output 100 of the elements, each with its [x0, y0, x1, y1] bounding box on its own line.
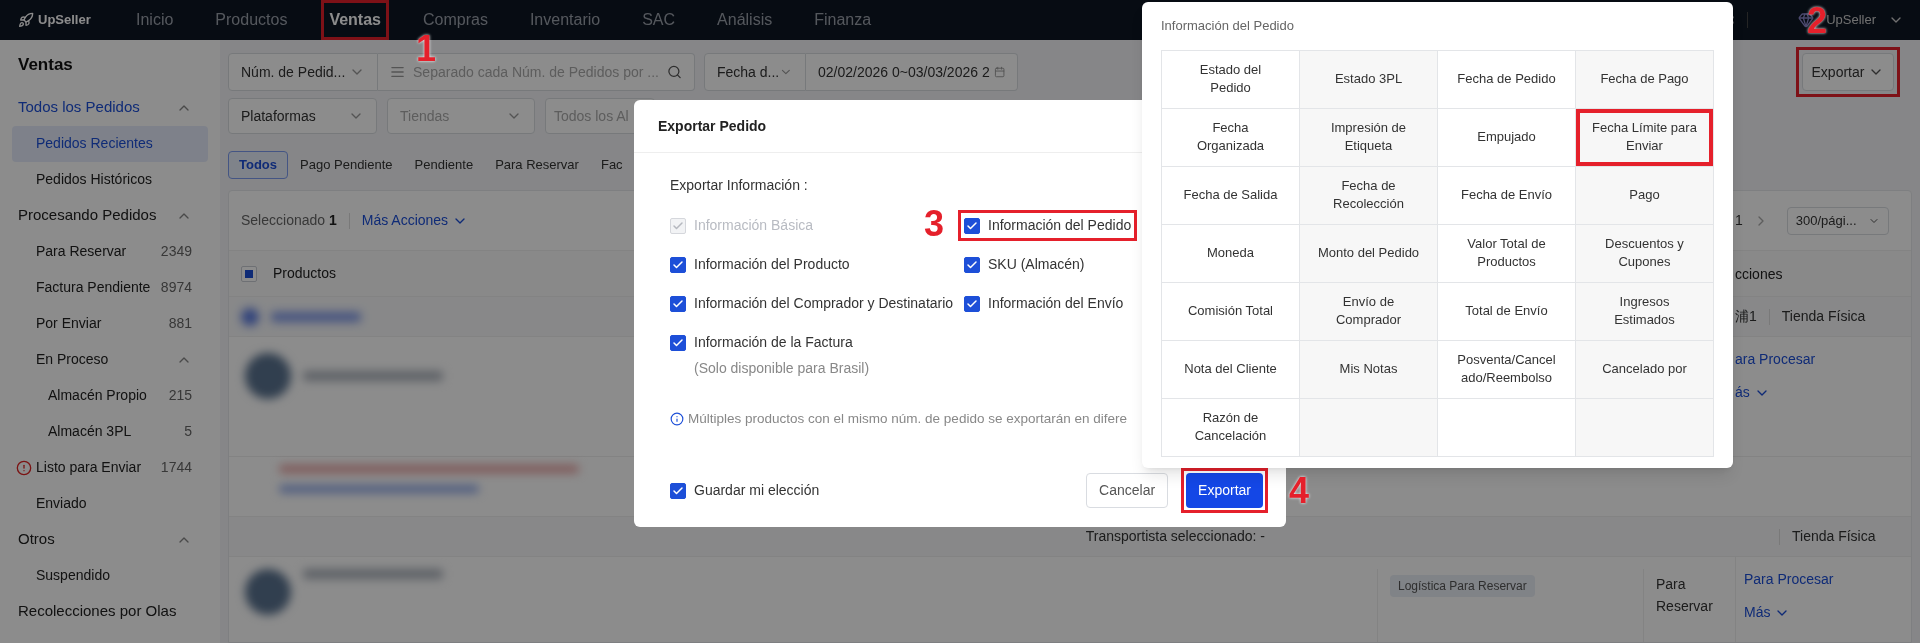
page-size-select[interactable]: 300/pági... [1786, 206, 1889, 235]
sidebar-item[interactable]: Factura Pendiente 8974 [12, 269, 208, 306]
export-option[interactable]: Información del Pedido [964, 215, 1132, 236]
field-option[interactable]: Cancelado por [1576, 340, 1714, 399]
checkbox[interactable] [670, 295, 686, 312]
field-option[interactable]: Empujado [1438, 108, 1576, 167]
check-icon [672, 297, 684, 310]
logo-text: UpSeller [38, 11, 91, 30]
field-option[interactable]: Fecha Organizada [1162, 108, 1300, 167]
field-option[interactable]: Total de Envío [1438, 282, 1576, 341]
sidebar-item[interactable]: Otros [12, 521, 208, 558]
field-option[interactable]: Pago [1576, 166, 1714, 225]
sidebar-item[interactable]: Listo para Enviar 1744 [12, 449, 208, 486]
export-option[interactable]: Información del Comprador y Destinatario [670, 293, 954, 314]
export-dropdown-button[interactable]: Exportar [1802, 53, 1894, 91]
list-icon [390, 64, 406, 80]
field-option[interactable]: Fecha de Salida [1162, 166, 1300, 225]
field-option[interactable]: Fecha Límite para Enviar [1576, 108, 1714, 167]
field-option[interactable]: Estado 3PL [1300, 50, 1438, 109]
logo-icon [18, 12, 34, 28]
checkbox[interactable] [670, 334, 686, 351]
field-option[interactable]: Estado del Pedido [1162, 50, 1300, 109]
field-option[interactable]: Razón de Cancelación [1162, 398, 1300, 457]
check-icon [966, 219, 978, 232]
sidebar-item[interactable]: Para Reservar 2349 [12, 233, 208, 270]
blurred-content [241, 307, 259, 326]
info-icon [670, 412, 684, 427]
sidebar-item[interactable]: Por Enviar 881 [12, 305, 208, 342]
date-type-select[interactable]: Fecha d... [704, 53, 806, 91]
column-header: cciones [1735, 265, 1783, 282]
sidebar-item[interactable]: Recolecciones por Olas [12, 593, 208, 630]
sidebar-item[interactable]: Procesando Pedidos [12, 197, 208, 234]
user-name[interactable]: UpSeller [1826, 10, 1876, 30]
check-icon [672, 219, 684, 232]
step-number: 3 [924, 205, 945, 243]
export-option[interactable]: Información del Envío [964, 293, 1124, 314]
page-number[interactable]: 1 [1735, 210, 1743, 231]
field-option[interactable]: Descuentos y Cupones [1576, 224, 1714, 283]
search-type-select[interactable]: Núm. de Pedid... [228, 53, 378, 91]
nav-link[interactable]: Ventas [325, 4, 385, 36]
sidebar-item[interactable]: Enviado [12, 485, 208, 522]
cancel-button[interactable]: Cancelar [1086, 473, 1169, 508]
check-icon [672, 484, 684, 497]
field-option[interactable]: Valor Total de Productos [1438, 224, 1576, 283]
shop-name: 浦1 [1735, 307, 1757, 326]
sidebar-item[interactable]: Suspendido [12, 557, 208, 594]
status-tab[interactable]: Todos [228, 151, 289, 179]
field-option[interactable]: Nota del Cliente [1162, 340, 1300, 399]
more-link[interactable]: ás [1735, 382, 1911, 403]
sidebar-item[interactable]: En Proceso [12, 341, 208, 378]
field-option[interactable]: Comisión Total [1162, 282, 1300, 341]
sidebar-item[interactable]: Almacén 3PL 5 [12, 413, 208, 450]
checkbox[interactable] [670, 256, 686, 273]
checkbox[interactable] [670, 482, 686, 499]
field-option[interactable]: Fecha de Recolección [1300, 166, 1438, 225]
export-option[interactable]: Información del Producto [670, 254, 850, 275]
select-all-checkbox[interactable] [241, 265, 257, 282]
option-note: (Solo disponible para Brasil) [693, 359, 870, 378]
platform-select[interactable]: Plataformas [228, 98, 377, 134]
sidebar-item[interactable]: Pedidos Históricos [12, 161, 208, 198]
column-header: Productos [273, 264, 337, 283]
step-number: 2 [1807, 2, 1828, 40]
more-link[interactable]: Más [1744, 602, 1911, 623]
status-tab[interactable]: Para Reservar [485, 151, 589, 179]
checkbox[interactable] [964, 295, 980, 312]
field-option[interactable]: Mis Notas [1300, 340, 1438, 399]
store-type: Tienda Física [1781, 307, 1866, 326]
field-option[interactable]: Envío de Comprador [1300, 282, 1438, 341]
field-option[interactable]: Fecha de Pedido [1438, 50, 1576, 109]
check-icon [966, 258, 978, 271]
check-icon [966, 297, 978, 310]
field-option[interactable]: Impresión de Etiqueta [1300, 108, 1438, 167]
field-option[interactable]: Posventa/Cancelado/Reembolso [1438, 340, 1576, 399]
export-option[interactable]: Información de la Factura [670, 332, 853, 353]
field-option[interactable]: Fecha de Envío [1438, 166, 1576, 225]
remember-choice[interactable]: Guardar mi elección [670, 480, 820, 501]
status-tab[interactable]: Pendiente [404, 151, 484, 179]
sidebar-item[interactable]: Pedidos Recientes [12, 125, 208, 162]
field-option[interactable]: Monto del Pedido [1300, 224, 1438, 283]
checkbox[interactable] [964, 217, 980, 234]
status-tab[interactable]: Fac [590, 151, 633, 179]
sidebar-title: Ventas [17, 54, 74, 76]
process-link[interactable]: Para Procesar [1744, 569, 1911, 590]
notice-text: Múltiples productos con el mismo núm. de pedido se exportarán en difere [688, 410, 1127, 428]
sidebar-item[interactable]: Almacén Propio 215 [12, 377, 208, 414]
more-actions-link[interactable]: Más Acciones [361, 210, 469, 231]
export-option[interactable]: SKU (Almacén) [964, 254, 1085, 275]
field-option[interactable]: Ingresos Estimados [1576, 282, 1714, 341]
dialog-title: Exportar Pedido [658, 116, 767, 136]
order-status: Para Reservar [1656, 575, 1714, 616]
date-range-field[interactable]: 02/02/2026 0~03/03/2026 2 [806, 53, 1018, 91]
sidebar-item[interactable]: Todos los Pedidos [12, 89, 208, 126]
field-option[interactable]: Fecha de Pago [1576, 50, 1714, 109]
search-icon[interactable] [666, 64, 682, 80]
status-tab[interactable]: Pago Pendiente [290, 151, 403, 179]
field-option[interactable]: Moneda [1162, 224, 1300, 283]
checkbox[interactable] [964, 256, 980, 273]
process-link[interactable]: ara Procesar [1735, 349, 1911, 370]
store-type: Tienda Física [1792, 527, 1876, 546]
export-button[interactable]: Exportar [1186, 473, 1263, 508]
